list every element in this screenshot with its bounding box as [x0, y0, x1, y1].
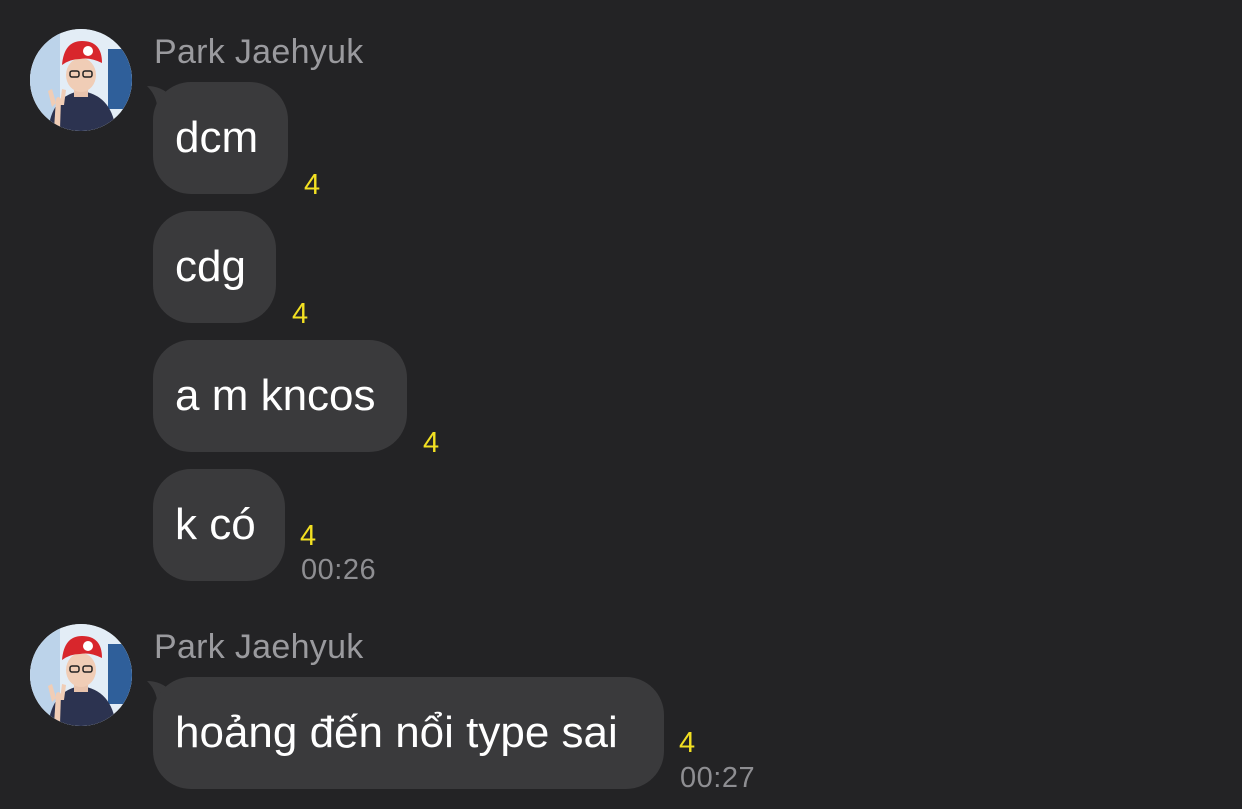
message-text: k có	[175, 500, 256, 549]
unread-count: 4	[300, 520, 317, 552]
profile-photo-icon	[30, 29, 132, 131]
unread-count: 4	[304, 169, 321, 201]
message-bubble[interactable]: a m kncos	[153, 340, 407, 452]
sender-avatar[interactable]	[30, 624, 132, 726]
message-text: a m kncos	[175, 371, 376, 420]
message-bubble[interactable]: hoảng đến nổi type sai	[153, 677, 664, 789]
message-bubble[interactable]: cdg	[153, 211, 276, 323]
message-text: cdg	[175, 242, 246, 291]
chat-screen: Park Jaehyuk dcm 4 cdg 4 a m kncos 4 k c…	[0, 0, 1242, 809]
unread-count: 4	[423, 427, 440, 459]
message-text: hoảng đến nổi type sai	[175, 708, 618, 757]
message-timestamp: 00:27	[680, 762, 756, 794]
profile-photo-icon	[30, 624, 132, 726]
sender-name: Park Jaehyuk	[154, 628, 364, 666]
message-text: dcm	[175, 113, 259, 162]
sender-avatar[interactable]	[30, 29, 132, 131]
unread-count: 4	[679, 727, 696, 759]
message-timestamp: 00:26	[301, 554, 377, 586]
unread-count: 4	[292, 298, 309, 330]
message-bubble[interactable]: k có	[153, 469, 285, 581]
sender-name: Park Jaehyuk	[154, 33, 364, 71]
message-bubble[interactable]: dcm	[153, 82, 288, 194]
